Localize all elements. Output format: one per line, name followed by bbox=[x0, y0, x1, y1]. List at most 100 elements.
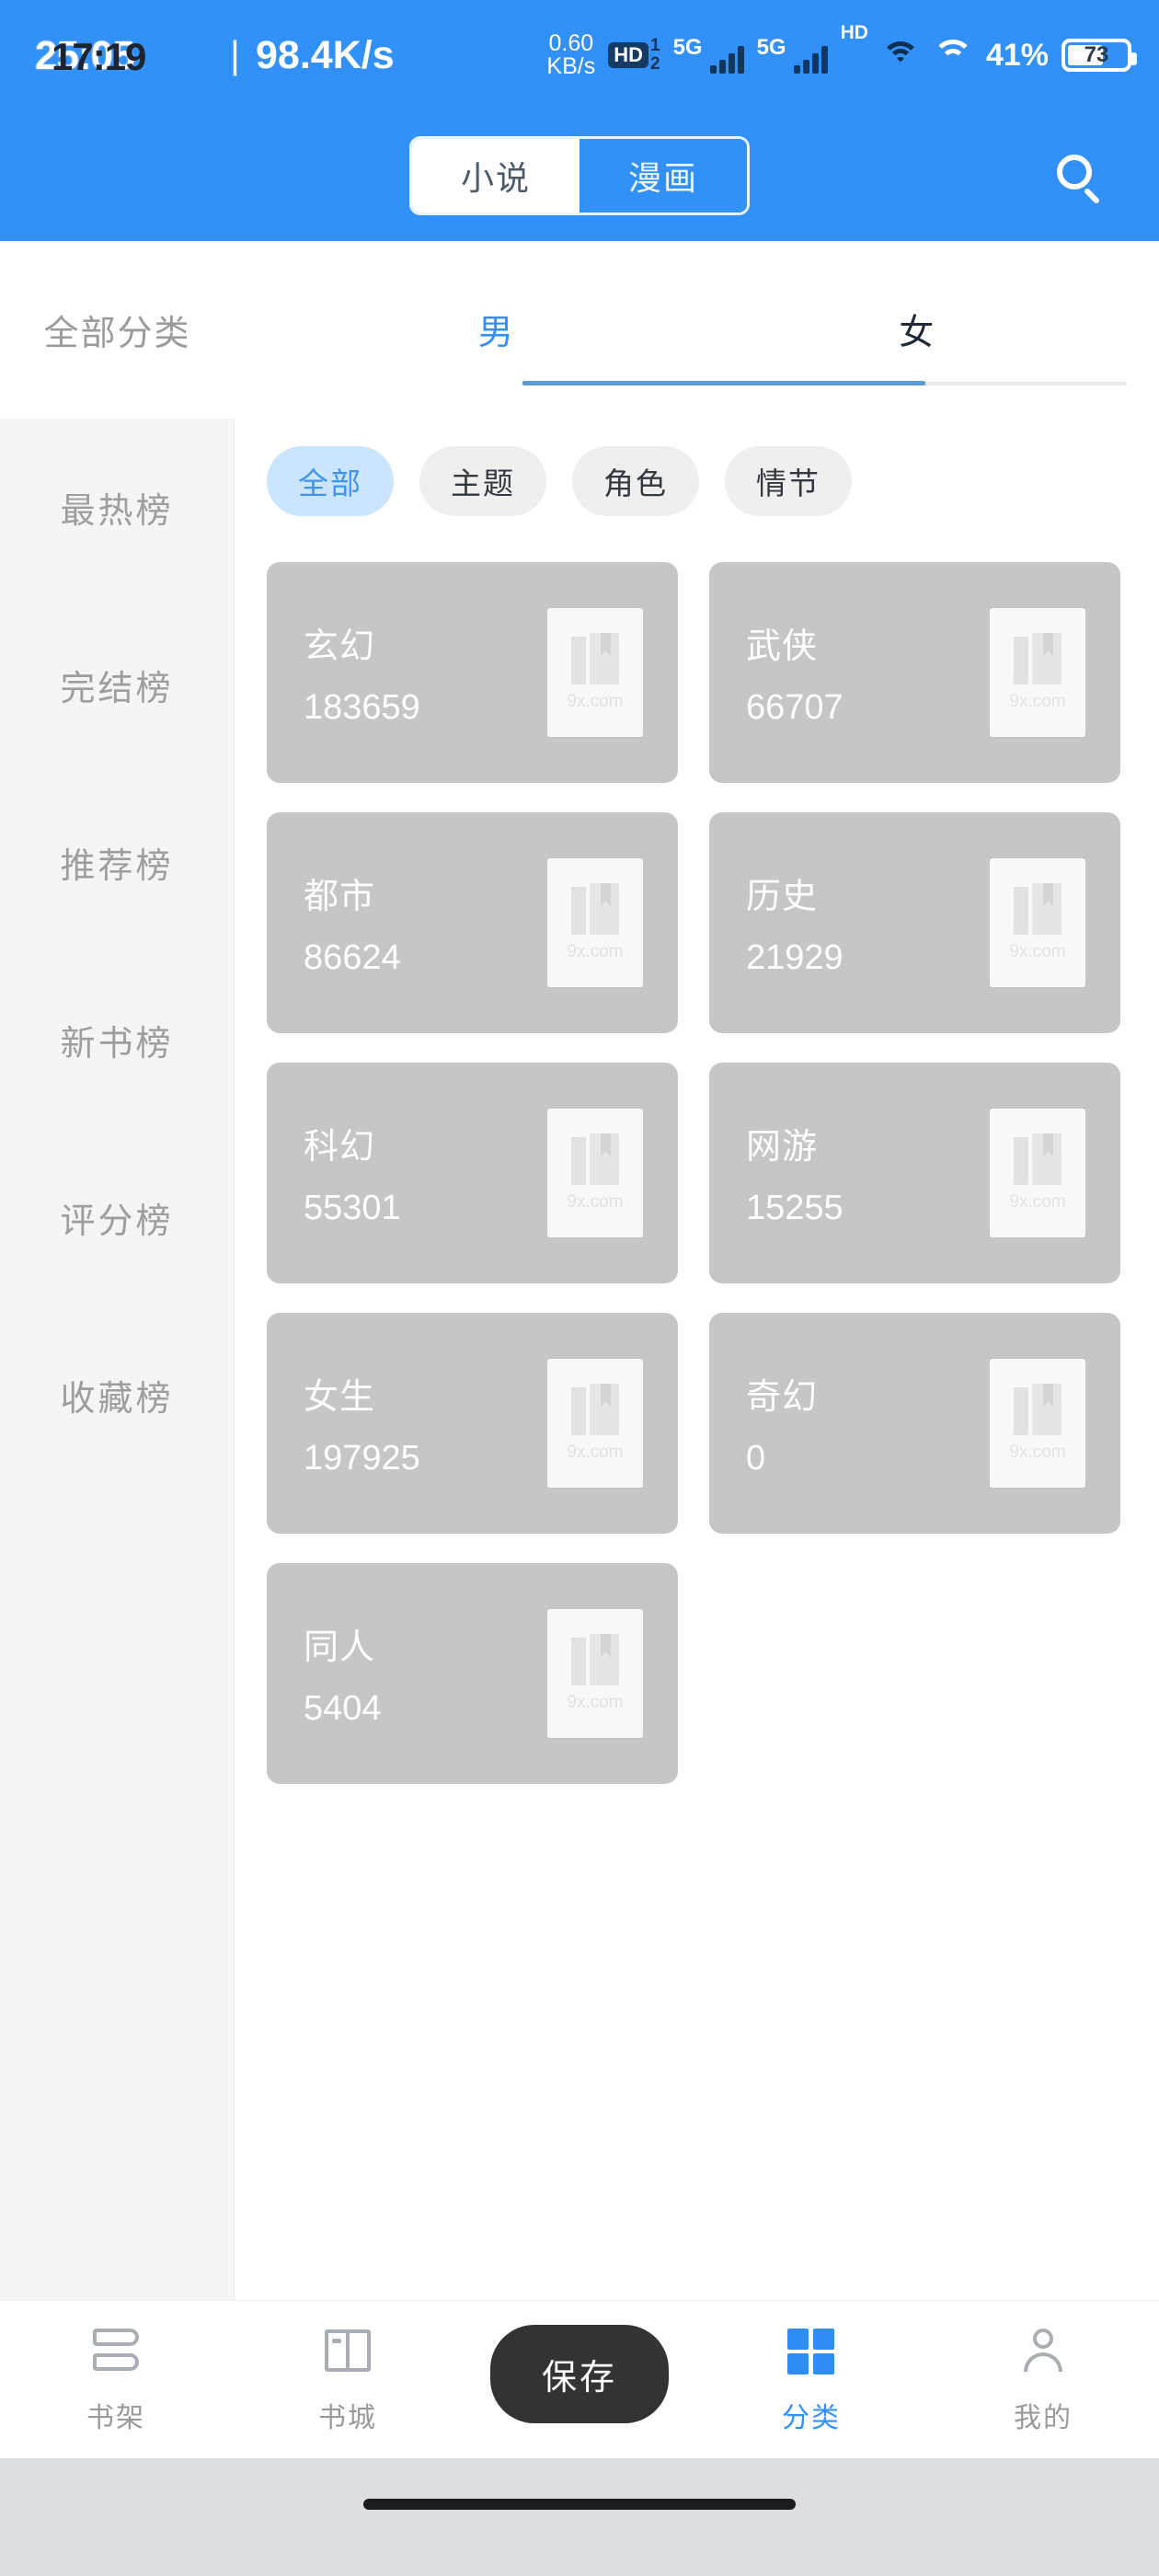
save-toast: 保存 bbox=[489, 2325, 670, 2423]
all-categories-title: 全部分类 bbox=[43, 315, 191, 353]
open-book-icon bbox=[321, 2325, 374, 2378]
nav-item-bookstore[interactable]: 书城 bbox=[232, 2301, 464, 2458]
book-icon bbox=[1014, 633, 1061, 686]
book-icon bbox=[1014, 883, 1061, 937]
content-type-segmented-control[interactable]: 小说 漫画 bbox=[409, 136, 750, 215]
sim-slot-2: 2 bbox=[649, 54, 660, 74]
status-bar-net-speed: 98.4K/s bbox=[256, 33, 395, 77]
data-rate-indicator: 0.60 KB/s bbox=[546, 29, 596, 79]
network-type-label-2: 5G bbox=[756, 35, 786, 60]
tab-female[interactable]: 女 bbox=[706, 259, 1128, 400]
chip-character[interactable]: 角色 bbox=[572, 446, 699, 516]
card-text: 网游 15255 bbox=[746, 1118, 843, 1228]
status-bar-left: 25:05 17:19 | 98.4K/s bbox=[35, 28, 395, 83]
card-title: 都市 bbox=[304, 878, 376, 916]
category-card[interactable]: 科幻 55301 9x.com bbox=[267, 1063, 678, 1283]
sidebar-item-completed[interactable]: 完结榜 bbox=[0, 596, 234, 774]
chip-theme[interactable]: 主题 bbox=[419, 446, 546, 516]
book-icon bbox=[571, 1634, 619, 1687]
card-count: 66707 bbox=[746, 688, 843, 727]
category-card[interactable]: 奇幻 0 9x.com bbox=[709, 1313, 1120, 1534]
search-button[interactable] bbox=[1041, 139, 1115, 213]
sidebar-item-recommended[interactable]: 推荐榜 bbox=[0, 774, 234, 951]
nav-label-category: 分类 bbox=[782, 2402, 841, 2433]
card-thumbnail-placeholder: 9x.com bbox=[547, 608, 643, 737]
network-type-label-1: 5G bbox=[672, 35, 703, 60]
card-text: 同人 5404 bbox=[304, 1618, 382, 1729]
book-icon bbox=[571, 1384, 619, 1437]
card-text: 玄幻 183659 bbox=[304, 617, 420, 728]
nav-item-profile[interactable]: 我的 bbox=[927, 2301, 1159, 2458]
hd-badge-label: HD bbox=[608, 42, 648, 68]
card-thumbnail-placeholder: 9x.com bbox=[547, 1109, 643, 1237]
category-card[interactable]: 都市 86624 9x.com bbox=[267, 812, 678, 1033]
thumbnail-watermark: 9x.com bbox=[1009, 1192, 1066, 1212]
home-indicator[interactable] bbox=[363, 2499, 796, 2510]
thumbnail-watermark: 9x.com bbox=[567, 692, 624, 711]
card-count: 5404 bbox=[304, 1689, 382, 1728]
tab-active-indicator bbox=[522, 381, 925, 385]
nav-label-profile: 我的 bbox=[1014, 2402, 1073, 2433]
card-text: 科幻 55301 bbox=[304, 1118, 401, 1228]
nav-label-bookshelf: 书架 bbox=[86, 2402, 145, 2433]
battery-level-number: 73 bbox=[1084, 42, 1109, 67]
card-thumbnail-placeholder: 9x.com bbox=[990, 858, 1085, 987]
thumbnail-watermark: 9x.com bbox=[567, 1693, 624, 1712]
category-content: 全部 主题 角色 情节 玄幻 183659 9x.com 武侠 66707 9x… bbox=[235, 419, 1159, 2351]
search-icon bbox=[1057, 155, 1101, 205]
category-card[interactable]: 网游 15255 9x.com bbox=[709, 1063, 1120, 1283]
volte-hd-icon: HD 1 2 bbox=[608, 37, 660, 74]
category-card[interactable]: 玄幻 183659 9x.com bbox=[267, 562, 678, 783]
card-title: 女生 bbox=[304, 1378, 376, 1417]
thumbnail-watermark: 9x.com bbox=[1009, 692, 1066, 711]
card-text: 奇幻 0 bbox=[746, 1368, 818, 1478]
hd-call-icon: HD bbox=[840, 22, 868, 43]
status-bar-clock-overlap: 25:05 17:19 | 98.4K/s bbox=[35, 28, 395, 83]
card-count: 15255 bbox=[746, 1189, 843, 1227]
cellular-signal-2: 5G bbox=[757, 37, 828, 74]
segment-comic[interactable]: 漫画 bbox=[580, 139, 747, 213]
card-count: 0 bbox=[746, 1439, 766, 1478]
card-title: 武侠 bbox=[746, 627, 819, 666]
sim-slot-numbers: 1 2 bbox=[650, 37, 660, 74]
card-title: 网游 bbox=[746, 1128, 819, 1167]
grid-icon bbox=[785, 2325, 838, 2378]
sidebar-item-new-books[interactable]: 新书榜 bbox=[0, 951, 234, 1129]
battery-icon: 73 bbox=[1061, 39, 1137, 72]
signal-bars-icon-2 bbox=[793, 42, 828, 74]
sidebar-item-favorites[interactable]: 收藏榜 bbox=[0, 1306, 234, 1484]
data-rate-unit: KB/s bbox=[546, 53, 596, 79]
book-icon bbox=[571, 883, 619, 937]
status-bar: 25:05 17:19 | 98.4K/s 0.60 KB/s HD 1 2 5… bbox=[0, 0, 1159, 110]
chip-plot[interactable]: 情节 bbox=[725, 446, 852, 516]
category-card[interactable]: 武侠 66707 9x.com bbox=[709, 562, 1120, 783]
card-count: 55301 bbox=[304, 1189, 401, 1227]
signal-bars-icon-1 bbox=[709, 42, 744, 74]
sidebar-item-hottest[interactable]: 最热榜 bbox=[0, 419, 234, 596]
card-thumbnail-placeholder: 9x.com bbox=[547, 1359, 643, 1488]
filter-chip-row: 全部 主题 角色 情节 bbox=[235, 419, 1159, 516]
sidebar-item-rating[interactable]: 评分榜 bbox=[0, 1129, 234, 1306]
nav-item-category[interactable]: 分类 bbox=[695, 2301, 927, 2458]
nav-label-bookstore: 书城 bbox=[318, 2402, 377, 2433]
card-text: 女生 197925 bbox=[304, 1368, 420, 1478]
segment-novel[interactable]: 小说 bbox=[412, 139, 580, 213]
data-rate-value: 0.60 bbox=[548, 29, 594, 56]
category-card[interactable]: 历史 21929 9x.com bbox=[709, 812, 1120, 1033]
ranking-sidebar[interactable]: 最热榜 完结榜 推荐榜 新书榜 评分榜 收藏榜 bbox=[0, 419, 235, 2351]
card-text: 武侠 66707 bbox=[746, 617, 843, 728]
sim-slot-1: 1 bbox=[649, 36, 660, 56]
system-gesture-area bbox=[0, 2458, 1159, 2576]
category-card[interactable]: 同人 5404 9x.com bbox=[267, 1563, 678, 1784]
tab-male[interactable]: 男 bbox=[285, 259, 706, 400]
card-title: 同人 bbox=[304, 1628, 376, 1667]
wifi-icon-dark bbox=[880, 40, 920, 71]
chip-all[interactable]: 全部 bbox=[267, 446, 394, 516]
status-bar-time-dark: 17:19 bbox=[52, 35, 146, 78]
card-thumbnail-placeholder: 9x.com bbox=[990, 1109, 1085, 1237]
status-bar-right: 0.60 KB/s HD 1 2 5G 5G HD 41% 73 bbox=[546, 22, 1137, 88]
card-title: 奇幻 bbox=[746, 1378, 819, 1417]
category-card[interactable]: 女生 197925 9x.com bbox=[267, 1313, 678, 1534]
card-title: 科幻 bbox=[304, 1128, 376, 1167]
nav-item-bookshelf[interactable]: 书架 bbox=[0, 2301, 232, 2458]
